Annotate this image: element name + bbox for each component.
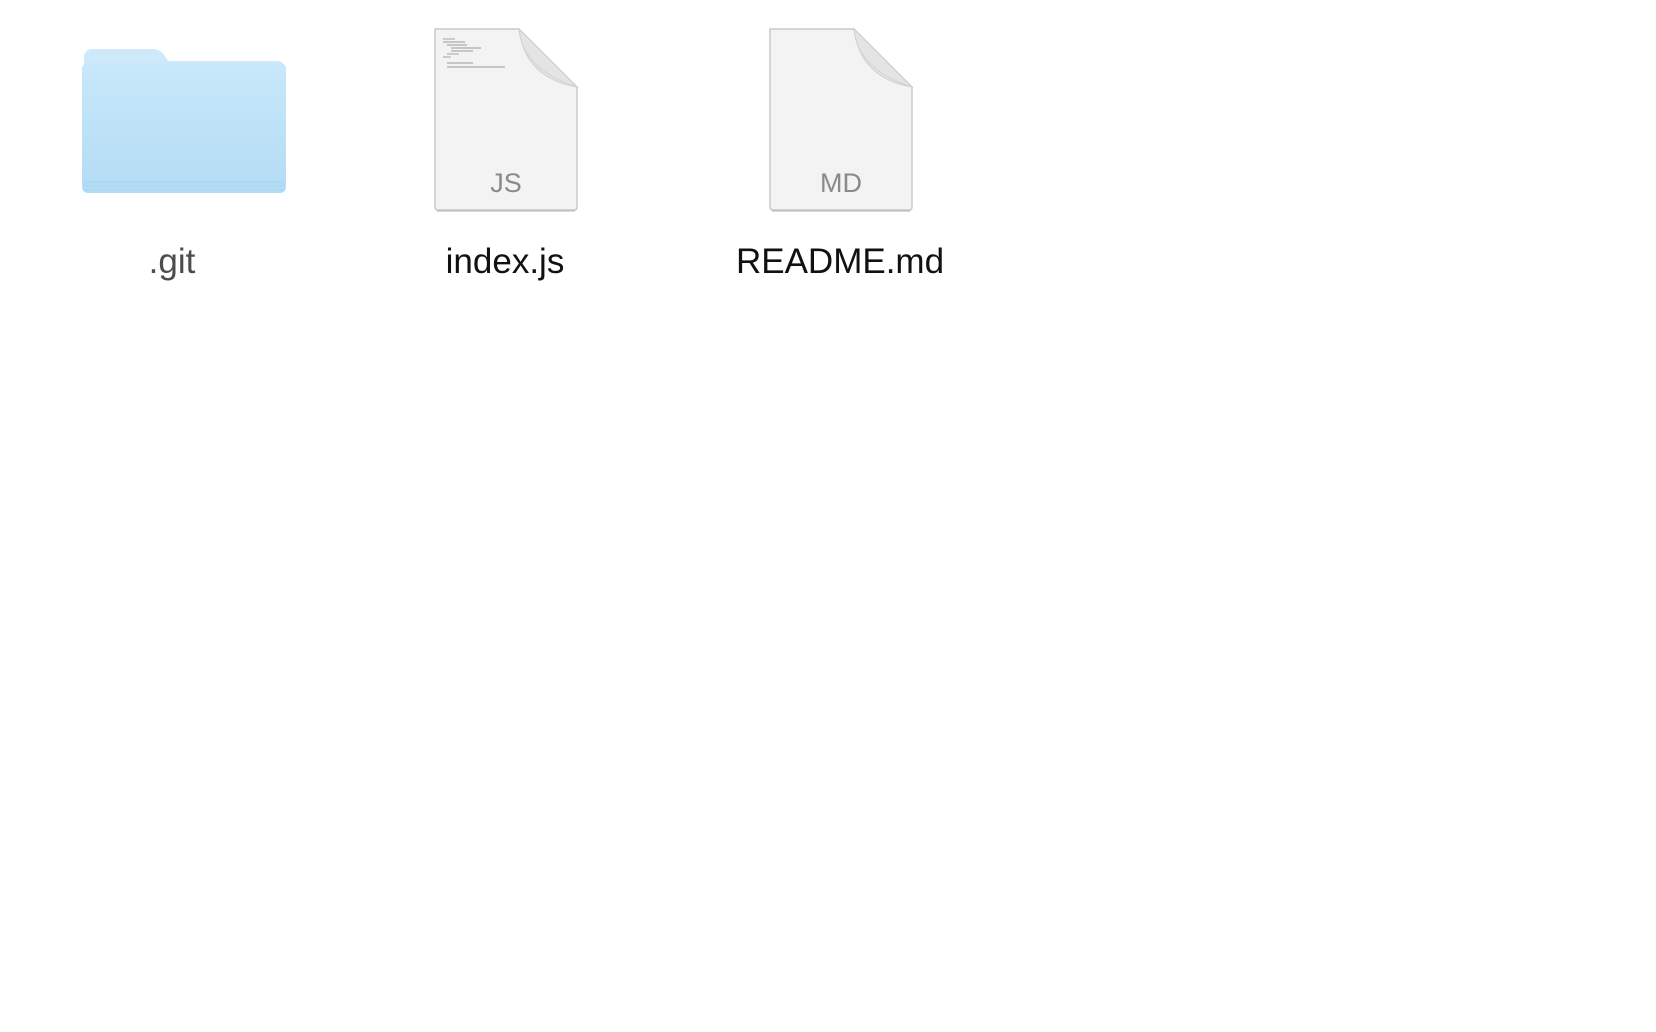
- finder-icon-view: .git JS index.js MD README.md: [0, 0, 1656, 1032]
- file-item-index-js[interactable]: JS index.js: [355, 0, 655, 300]
- md-badge: MD: [820, 168, 862, 198]
- folder-icon: [22, 0, 322, 225]
- file-name-readme-md[interactable]: README.md: [690, 240, 990, 284]
- md-file-icon: MD: [690, 0, 990, 225]
- js-file-icon: JS: [355, 0, 655, 225]
- file-item-git[interactable]: .git: [22, 0, 322, 300]
- file-name-index-js[interactable]: index.js: [355, 240, 655, 284]
- js-badge: JS: [490, 168, 522, 198]
- file-item-readme-md[interactable]: MD README.md: [690, 0, 990, 300]
- file-name-git[interactable]: .git: [22, 240, 322, 284]
